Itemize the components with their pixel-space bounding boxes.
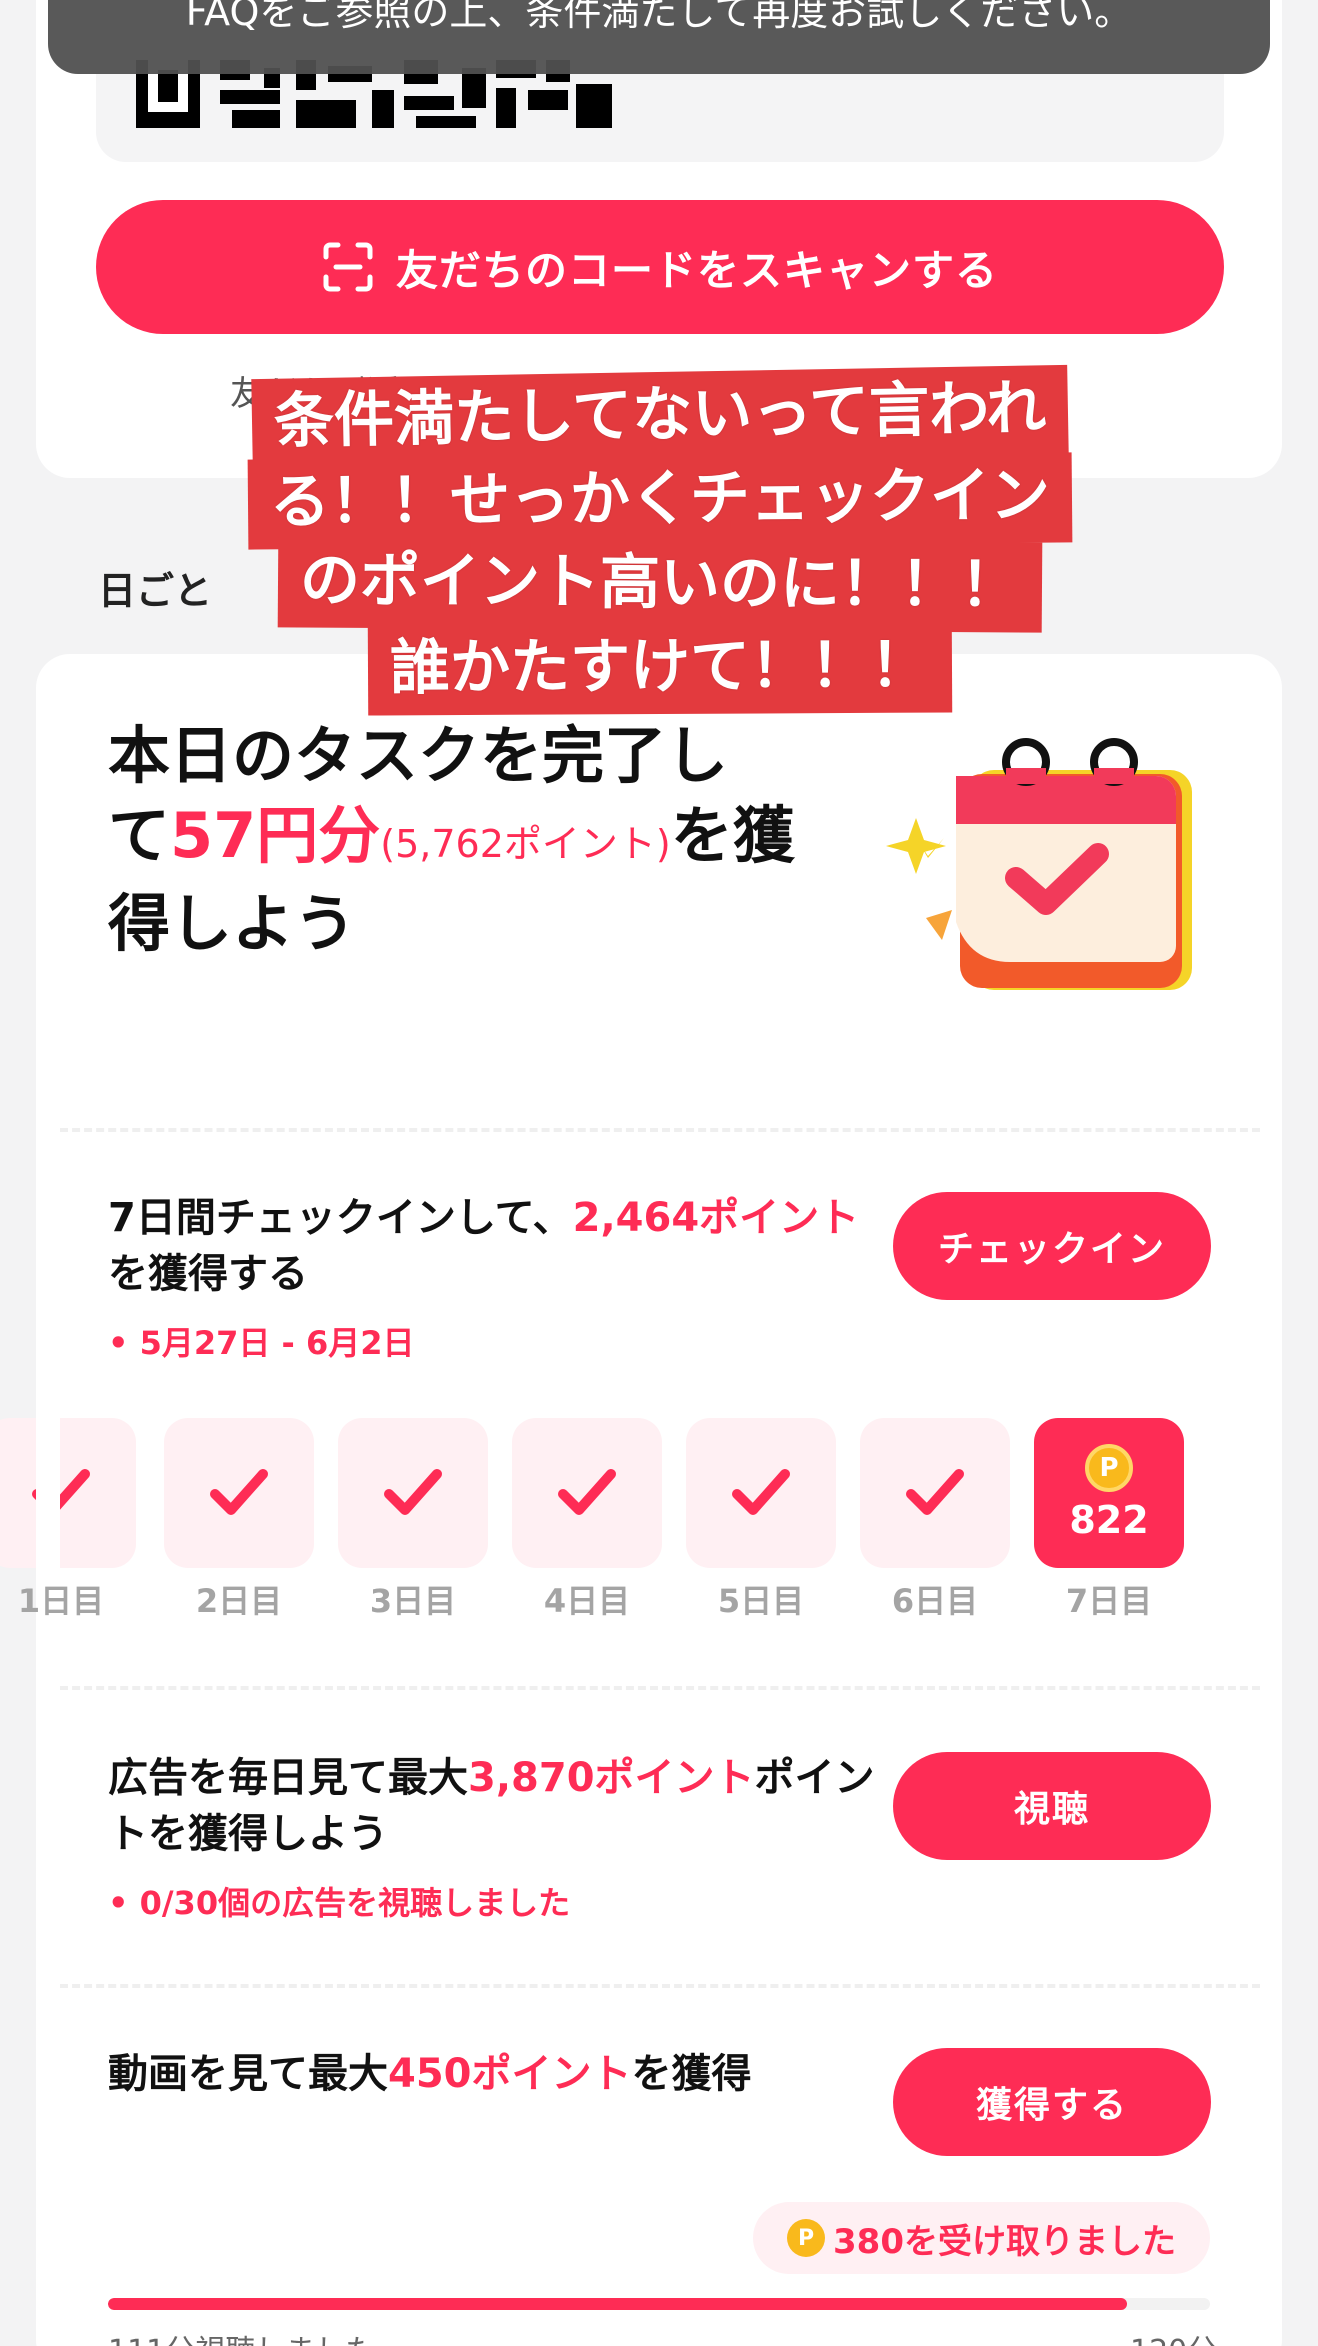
toast-message: FAQをご参照の上、条件満たして再度お試しください。 — [185, 0, 1133, 34]
watched-minutes: 111分視聴しました — [108, 2326, 375, 2346]
task-text: 動画を見て最大 — [108, 2051, 388, 2097]
day-7-points: 822 — [1069, 1498, 1149, 1542]
video-points-highlight: 450ポイント — [388, 2051, 632, 2097]
check-icon — [732, 1469, 790, 1515]
day-label: 7日目 — [1065, 1582, 1153, 1620]
day-label: 3日目 — [369, 1582, 457, 1620]
video-task-title: 動画を見て最大450ポイントを獲得 — [108, 2046, 888, 2102]
checkin-task-title: 7日間チェックインして、2,464ポイントを獲得する — [108, 1190, 868, 1302]
scan-friend-code-button[interactable]: 友だちのコードをスキャンする — [96, 200, 1224, 334]
reward-amount: 57円分 — [170, 799, 381, 872]
caption-overlay: 条件満たしてないって言われ る！！せっかくチェックイン のポイント高いのに！！！… — [180, 364, 1140, 716]
checkin-points-highlight: 2,464ポイント — [572, 1195, 860, 1241]
total-minutes: 120分 — [1130, 2326, 1217, 2346]
day-5-box — [686, 1418, 836, 1568]
received-text: 380を受け取りました — [833, 2221, 1176, 2262]
day-label: 4日目 — [543, 1582, 631, 1620]
task-text: 7日間チェックインして、 — [108, 1195, 573, 1241]
check-icon — [384, 1469, 442, 1515]
task-text: を獲得する — [108, 1251, 308, 1297]
headline-text: 得しよう — [108, 887, 357, 960]
ads-watch-status: • 0/30個の広告を視聴しました — [108, 1884, 571, 1922]
daily-reward-headline: 本日のタスクを完了し て57円分(5,762ポイント)を獲 得しよう — [108, 716, 868, 964]
received-points-badge: P 380を受け取りました — [753, 2202, 1210, 2274]
caption-line: 誰かたすけて！！！ — [367, 622, 953, 716]
task-text: 広告を毎日見て最大 — [108, 1755, 468, 1801]
caption-line: のポイント高いのに！！！ — [277, 537, 1043, 633]
checkin-button[interactable]: チェックイン — [893, 1192, 1211, 1300]
scan-button-label: 友だちのコードをスキャンする — [395, 245, 998, 295]
caption-line: る！！せっかくチェックイン — [247, 452, 1073, 550]
coin-icon: P — [1085, 1444, 1133, 1492]
coin-icon: P — [787, 2219, 825, 2257]
day-7-reward-box: P 822 — [1034, 1418, 1184, 1568]
error-toast: FAQをご参照の上、条件満たして再度お試しください。 — [48, 0, 1270, 74]
sparkle-icon — [886, 818, 946, 874]
watch-ad-button[interactable]: 視聴 — [893, 1752, 1211, 1860]
day-6-box — [860, 1418, 1010, 1568]
task-text: を獲得 — [631, 2051, 752, 2097]
headline-text: 本日のタスクを完了し — [108, 719, 729, 792]
ads-points-highlight: 3,870ポイント — [468, 1755, 755, 1801]
day-1-box — [0, 1418, 136, 1568]
day-3-box — [338, 1418, 488, 1568]
headline-text: て — [108, 799, 171, 872]
check-icon — [906, 1469, 964, 1515]
video-progress-fill — [108, 2298, 1128, 2310]
day-label: 1日目 — [17, 1582, 105, 1620]
headline-text: を獲 — [670, 799, 795, 872]
check-icon — [558, 1469, 616, 1515]
video-progress-bar — [108, 2298, 1210, 2310]
day-label: 5日目 — [717, 1582, 805, 1620]
day-label: 6日目 — [891, 1582, 979, 1620]
divider — [60, 1686, 1260, 1690]
divider — [60, 1984, 1260, 1988]
divider — [60, 1128, 1260, 1132]
checkin-date-range: • 5月27日 - 6月2日 — [108, 1324, 415, 1362]
reward-points: (5,762ポイント) — [380, 822, 671, 866]
check-icon — [210, 1469, 268, 1515]
earn-video-points-button[interactable]: 獲得する — [893, 2048, 1211, 2156]
day-label: 2日目 — [195, 1582, 283, 1620]
day-2-box — [164, 1418, 314, 1568]
ads-task-title: 広告を毎日見て最大3,870ポイントポイントを獲得しよう — [108, 1750, 888, 1862]
scan-icon — [323, 242, 373, 292]
calendar-illustration — [886, 738, 1192, 990]
day-4-box — [512, 1418, 662, 1568]
